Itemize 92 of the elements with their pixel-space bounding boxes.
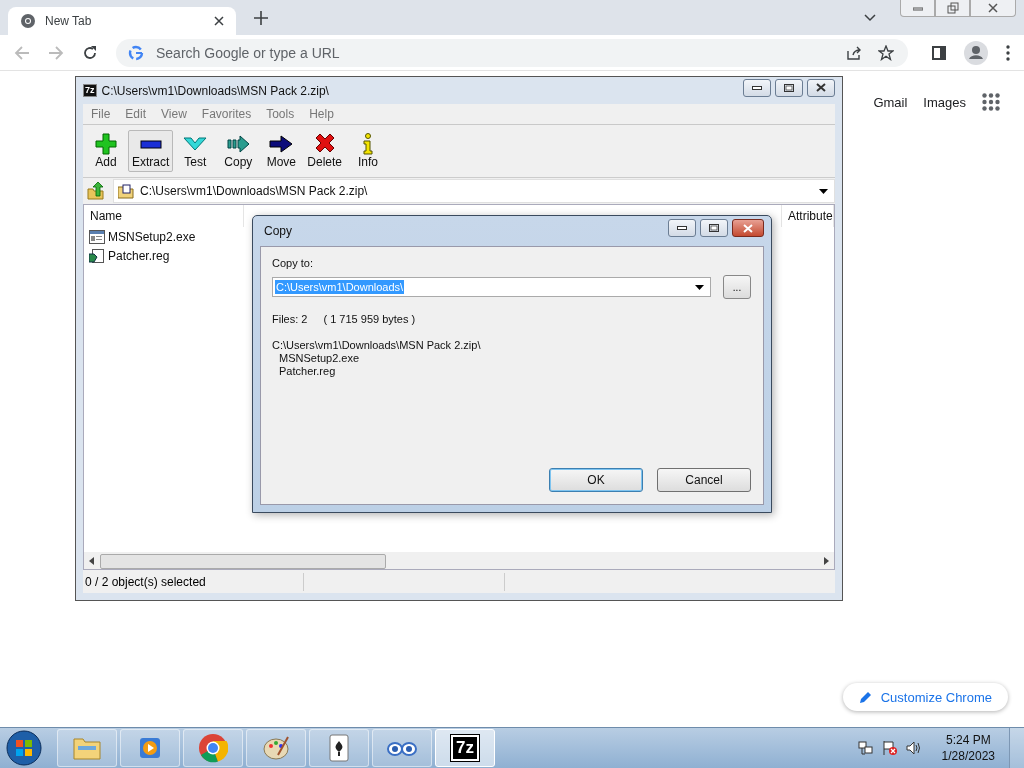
file-name[interactable]: MSNSetup2.exe — [108, 229, 196, 244]
app-icon: 7z — [83, 84, 97, 97]
customize-chrome-button[interactable]: Customize Chrome — [842, 683, 1008, 711]
dialog-title: Copy — [264, 224, 292, 238]
minimize-button[interactable] — [743, 78, 771, 97]
taskbar-button[interactable] — [372, 729, 432, 767]
maximize-button[interactable] — [700, 219, 728, 237]
source-file-name: MSNSetup2.exe — [278, 352, 361, 365]
close-button[interactable] — [807, 78, 835, 97]
status-text: 0 / 2 object(s) selected — [83, 572, 304, 591]
close-icon — [743, 223, 753, 233]
maximize-icon — [709, 224, 719, 232]
reload-icon[interactable] — [82, 44, 98, 61]
menu-item[interactable]: Favorites — [201, 107, 252, 121]
minimize-icon — [752, 85, 762, 90]
registry-file-icon — [89, 248, 105, 263]
add-icon — [94, 133, 118, 155]
scrollbar-thumb[interactable] — [100, 554, 386, 569]
clock-date[interactable]: 1/28/2023 — [941, 748, 995, 764]
file-name[interactable]: Patcher.reg — [108, 248, 170, 263]
taskbar-button[interactable]: 7z — [435, 729, 495, 767]
app-logo: 7z — [451, 735, 479, 761]
close-icon — [988, 3, 998, 13]
window-title: C:\Users\vm1\Downloads\MSN Pack 2.zip\ — [101, 83, 329, 98]
header-link[interactable]: Gmail — [873, 94, 908, 110]
program-file-icon — [89, 229, 105, 244]
maximize-button[interactable] — [775, 78, 803, 97]
address-bar[interactable]: Search Google or type a URL — [116, 38, 908, 67]
browser-icon — [198, 733, 228, 763]
browser-tab[interactable]: New Tab — [8, 7, 236, 35]
pencil-icon — [858, 690, 872, 704]
folder-icon — [72, 735, 102, 761]
toolbar-button[interactable]: Add — [85, 130, 127, 172]
dialog-button[interactable]: Cancel — [657, 468, 751, 492]
header-link[interactable]: Images — [923, 94, 966, 110]
menu-icon[interactable] — [1006, 44, 1010, 61]
source-path: C:\Users\vm1\Downloads\MSN Pack 2.zip\ — [272, 339, 482, 352]
folder-up-icon[interactable] — [87, 182, 105, 200]
flag-alert-icon[interactable] — [881, 740, 898, 756]
close-button[interactable] — [732, 219, 764, 237]
star-icon[interactable] — [878, 44, 894, 61]
column-header[interactable]: Attribute — [782, 205, 834, 227]
restore-button[interactable] — [935, 0, 970, 17]
browse-button[interactable]: ... — [723, 275, 751, 299]
toolbar-button[interactable]: Test — [174, 130, 217, 172]
dialog-button[interactable]: OK — [549, 468, 643, 492]
profile-icon[interactable] — [964, 40, 988, 65]
speaker-icon[interactable] — [905, 740, 922, 756]
menu-item[interactable]: Edit — [125, 107, 147, 121]
menu-item[interactable]: Tools — [266, 107, 295, 121]
google-icon — [128, 44, 144, 61]
tab-title: New Tab — [45, 14, 93, 28]
address-field[interactable]: Search Google or type a URL — [154, 43, 830, 62]
menu-item[interactable]: View — [161, 107, 187, 121]
column-header[interactable]: Name — [84, 205, 244, 227]
start-button[interactable] — [6, 730, 42, 766]
toolbar-button[interactable]: Move — [260, 130, 303, 172]
byte-count: ( 1 715 959 bytes ) — [323, 313, 416, 325]
clock-time[interactable]: 5:24 PM — [945, 732, 991, 748]
close-icon[interactable] — [214, 16, 224, 26]
menu-item[interactable]: Help — [309, 107, 334, 121]
minimize-icon — [912, 5, 923, 11]
dropdown-arrow-icon — [819, 188, 828, 194]
share-icon[interactable] — [846, 44, 862, 61]
taskbar-button[interactable] — [309, 729, 369, 767]
menu-item[interactable]: File — [91, 107, 111, 121]
copy-icon — [226, 133, 251, 155]
toolbar-button[interactable]: Extract — [128, 130, 174, 172]
maximize-icon — [784, 83, 794, 92]
archive-icon — [118, 183, 134, 199]
paint-palette-icon — [262, 735, 290, 761]
move-icon — [269, 133, 294, 155]
minimize-button[interactable] — [668, 219, 696, 237]
restore-icon — [946, 2, 959, 14]
apps-grid-icon[interactable] — [982, 93, 1000, 111]
chevron-down-icon[interactable] — [864, 13, 876, 22]
browser-logo-icon — [20, 13, 36, 29]
media-player-icon — [137, 735, 163, 761]
source-file-name: Patcher.reg — [278, 365, 337, 378]
minimize-icon — [677, 226, 687, 230]
dropdown-arrow-icon — [695, 284, 704, 290]
path-combo-box[interactable]: C:\Users\vm1\Downloads\MSN Pack 2.zip\ — [113, 179, 835, 203]
new-tab-icon[interactable] — [254, 10, 268, 25]
toolbar-button[interactable]: Delete — [303, 130, 347, 172]
network-icon[interactable] — [857, 740, 874, 756]
file-count: Files: 2 — [272, 313, 308, 325]
playing-card-icon — [328, 734, 350, 762]
toolbar-button[interactable]: Info — [347, 130, 390, 172]
field-label: Copy to: — [272, 257, 314, 269]
close-icon — [816, 83, 826, 92]
side-panel-icon[interactable] — [932, 45, 946, 60]
toolbar-button[interactable]: Copy — [217, 130, 260, 172]
